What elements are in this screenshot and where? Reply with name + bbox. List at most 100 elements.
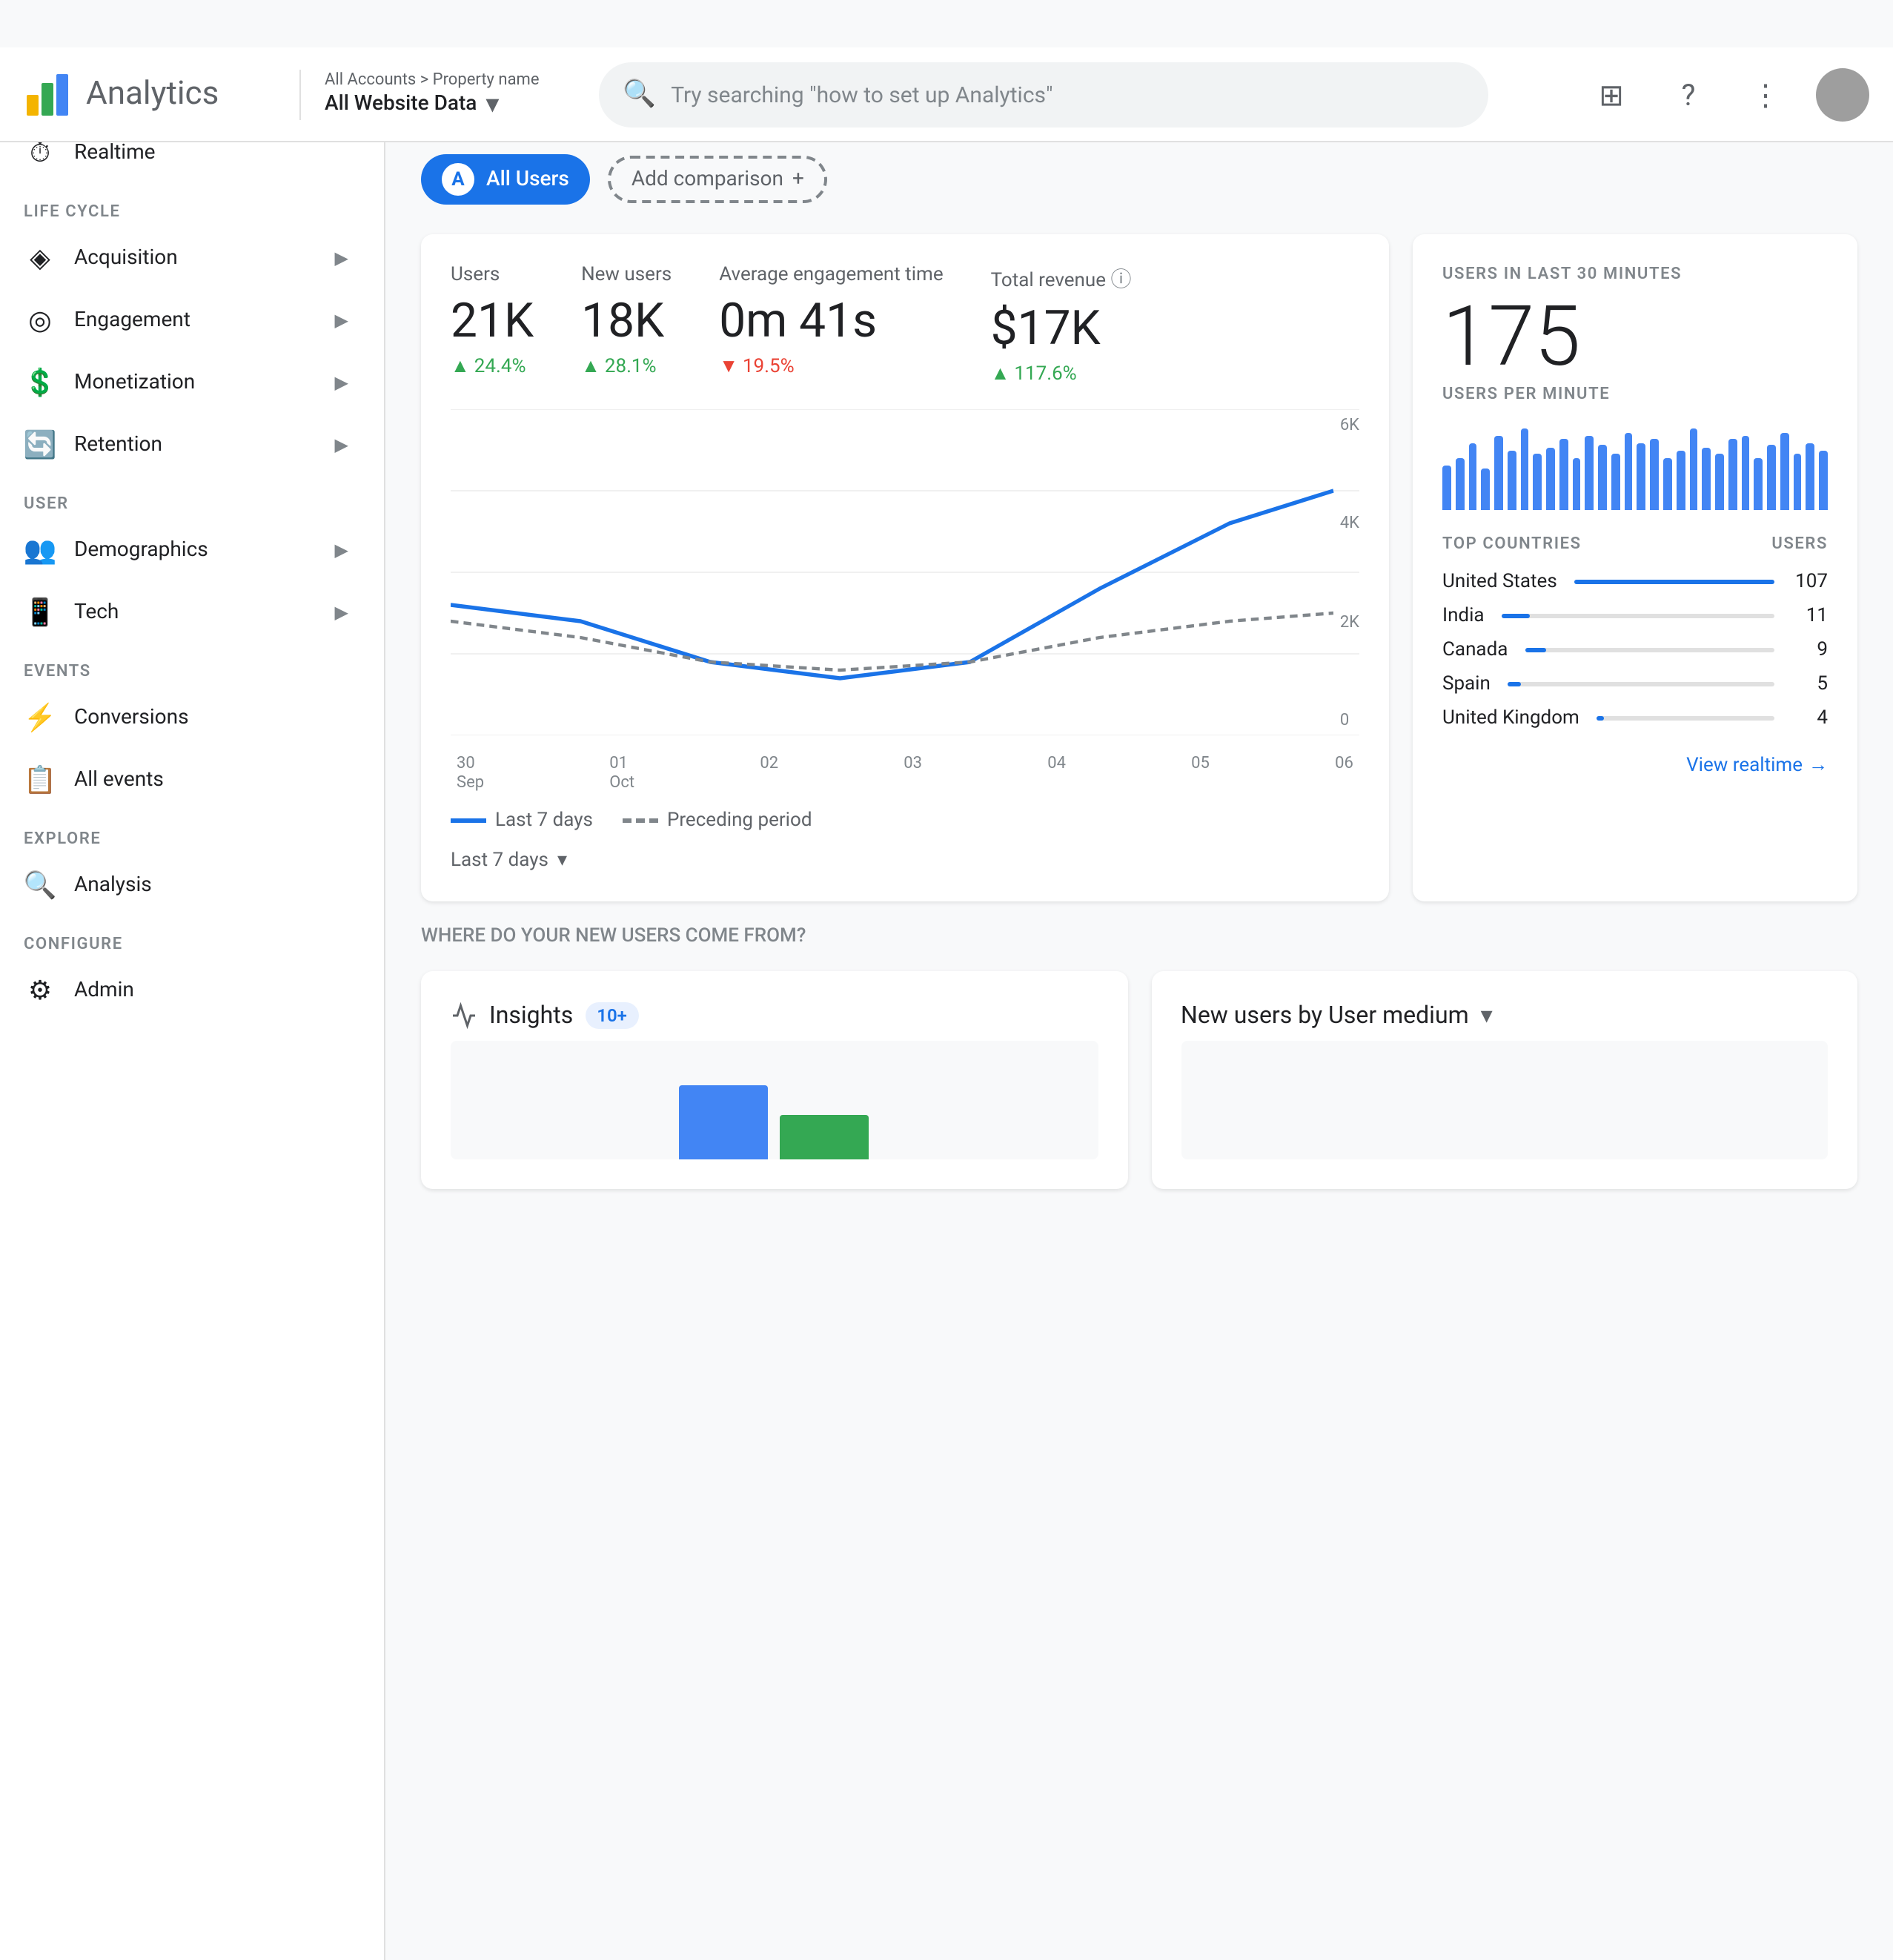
mini-bar <box>1520 428 1529 510</box>
total-revenue-change: ▲ 117.6% <box>991 362 1132 385</box>
country-name: Canada <box>1442 639 1508 661</box>
realtime-card: USERS IN LAST 30 MINUTES 175 USERS PER M… <box>1413 234 1857 901</box>
country-bar-fill <box>1575 580 1774 584</box>
breadcrumb-dropdown-icon: ▾ <box>485 88 499 119</box>
period-dropdown-icon: ▾ <box>557 850 567 872</box>
engagement-icon: ◎ <box>24 304 56 337</box>
country-name: India <box>1442 605 1485 627</box>
all-users-segment[interactable]: A All Users <box>421 154 590 205</box>
country-count: 4 <box>1792 707 1828 729</box>
mini-bar <box>1624 433 1633 510</box>
metric-avg-engagement: Average engagement time 0m 41s ▼ 19.5% <box>719 264 943 385</box>
mini-bar <box>1572 458 1581 510</box>
country-name: Spain <box>1442 673 1491 695</box>
sidebar-item-demographics[interactable]: 👥 Demographics ▶ <box>0 519 372 581</box>
mini-bar <box>1819 451 1828 510</box>
chart-period-selector[interactable]: Last 7 days ▾ <box>451 850 1359 872</box>
explore-section-label: EXPLORE <box>0 811 384 854</box>
country-count: 5 <box>1792 673 1828 695</box>
country-row: United States107 <box>1442 565 1828 599</box>
segments-row: A All Users Add comparison + <box>421 154 1857 205</box>
sidebar-item-engagement[interactable]: ◎ Engagement ▶ <box>0 289 372 351</box>
topbar: Analytics All Accounts > Property name A… <box>0 47 1893 142</box>
help-icon[interactable]: ? <box>1662 67 1715 121</box>
country-count: 9 <box>1792 639 1828 661</box>
breadcrumb-property[interactable]: All Website Data ▾ <box>325 88 540 119</box>
sidebar-item-all-events[interactable]: 📋 All events <box>0 749 372 811</box>
mini-bar <box>1508 451 1516 510</box>
expand-acquisition-icon: ▶ <box>335 248 348 268</box>
mini-bar <box>1806 443 1815 510</box>
all-events-icon: 📋 <box>24 764 56 796</box>
sidebar-item-retention[interactable]: 🔄 Retention ▶ <box>0 414 372 476</box>
sidebar-item-tech[interactable]: 📱 Tech ▶ <box>0 581 372 643</box>
avatar[interactable] <box>1816 67 1869 121</box>
new-users-change: ▲ 28.1% <box>581 354 672 378</box>
mini-bar <box>1637 443 1646 510</box>
mini-bar <box>1494 436 1503 510</box>
admin-icon: ⚙ <box>24 974 56 1007</box>
analytics-logo-icon <box>24 70 71 118</box>
sidebar-item-conversions[interactable]: ⚡ Conversions <box>0 686 372 749</box>
user-section-label: USER <box>0 476 384 519</box>
mini-bar <box>1651 439 1660 510</box>
sidebar-item-analysis[interactable]: 🔍 Analysis <box>0 854 372 916</box>
view-realtime-link[interactable]: View realtime → <box>1442 753 1828 777</box>
country-bar-area <box>1597 716 1774 721</box>
where-new-users-label: WHERE DO YOUR NEW USERS COME FROM? <box>421 925 1857 947</box>
mini-bar <box>1442 466 1451 510</box>
country-bar-fill <box>1508 682 1522 686</box>
view-realtime-anchor[interactable]: View realtime → <box>1442 753 1828 777</box>
configure-section-label: CONFIGURE <box>0 916 384 959</box>
mini-bar <box>1780 433 1789 510</box>
users-change: ▲ 24.4% <box>451 354 534 378</box>
new-users-dropdown-icon[interactable]: ▾ <box>1481 1001 1493 1029</box>
apps-icon[interactable]: ⊞ <box>1585 67 1638 121</box>
revenue-help-icon[interactable]: ⓘ <box>1111 268 1132 292</box>
countries-header: TOP COUNTRIES USERS <box>1442 534 1828 553</box>
sidebar-item-monetization[interactable]: 💲 Monetization ▶ <box>0 351 372 414</box>
metric-total-revenue: Total revenue ⓘ $17K ▲ 117.6% <box>991 264 1132 385</box>
retention-icon: 🔄 <box>24 428 56 461</box>
more-icon[interactable]: ⋮ <box>1739 67 1792 121</box>
country-row: Spain 5 <box>1442 667 1828 701</box>
mini-bar <box>1468 443 1477 510</box>
metrics-top: Users 21K ▲ 24.4% New users 18K ▲ 28.1% <box>451 264 1359 385</box>
analysis-icon: 🔍 <box>24 869 56 901</box>
country-bar-area <box>1502 614 1774 618</box>
expand-demographics-icon: ▶ <box>335 540 348 560</box>
country-name: United Kingdom <box>1442 707 1579 729</box>
sidebar-item-admin[interactable]: ⚙ Admin <box>0 959 372 1022</box>
insights-badge: 10+ <box>585 1001 639 1028</box>
app-name: Analytics <box>86 76 219 113</box>
bottom-cards-row: Insights 10+ New users by User medium ▾ <box>421 971 1857 1189</box>
mini-bar <box>1793 454 1802 510</box>
insights-header: Insights 10+ <box>451 1001 1098 1029</box>
new-users-chart-placeholder <box>1181 1041 1828 1159</box>
metric-users: Users 21K ▲ 24.4% <box>451 264 534 385</box>
new-users-header: New users by User medium ▾ <box>1181 1001 1828 1029</box>
total-revenue-label: Total revenue ⓘ <box>991 264 1132 294</box>
chart-xaxis: 30Sep 01Oct 02 03 04 05 06 <box>451 753 1359 792</box>
country-bar-area <box>1508 682 1774 686</box>
country-bar-fill <box>1502 614 1530 618</box>
line-chart: 6K 4K 2K 0 <box>451 409 1359 735</box>
conversions-icon: ⚡ <box>24 701 56 734</box>
chart-legend: Last 7 days Preceding period <box>451 810 1359 832</box>
add-comparison-button[interactable]: Add comparison + <box>608 156 828 203</box>
mini-bar <box>1767 445 1776 510</box>
sidebar-item-acquisition[interactable]: ◈ Acquisition ▶ <box>0 227 372 289</box>
up-arrow-icon: ▲ <box>581 354 600 378</box>
search-bar[interactable]: 🔍 Try searching "how to set up Analytics… <box>599 62 1488 127</box>
mini-bar <box>1728 439 1737 510</box>
events-section-label: EVENTS <box>0 643 384 686</box>
country-bar-area <box>1575 580 1774 584</box>
legend-line-solid <box>451 818 486 823</box>
arrow-right-icon: → <box>1809 753 1828 777</box>
country-row: India11 <box>1442 599 1828 633</box>
mini-bar <box>1715 454 1724 510</box>
realtime-count: 175 <box>1442 295 1828 378</box>
realtime-label: USERS IN LAST 30 MINUTES <box>1442 264 1828 283</box>
search-placeholder: Try searching "how to set up Analytics" <box>671 81 1052 107</box>
up-arrow-icon: ▲ <box>451 354 470 378</box>
